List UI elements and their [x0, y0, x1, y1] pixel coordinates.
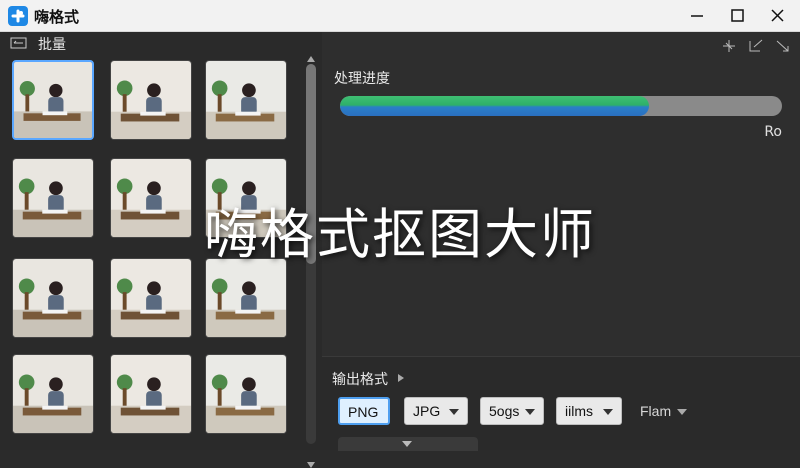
progress-label: 处理进度: [334, 71, 390, 87]
chevron-down-icon: [603, 409, 613, 415]
photo-image: [111, 355, 191, 433]
chevron-down-icon: [402, 441, 412, 447]
thumbnail-12[interactable]: [205, 354, 287, 434]
window-title: 嗨格式: [34, 8, 80, 26]
thumbnail-9[interactable]: [205, 258, 287, 338]
format-png-label: PNG: [348, 404, 379, 420]
close-icon: [771, 9, 784, 22]
title-bar: 嗨格式: [0, 0, 800, 32]
minimize-button[interactable]: [685, 6, 709, 26]
thumbnail-4[interactable]: [12, 158, 94, 238]
progress-value: Ro: [764, 124, 782, 140]
panel-toolbar: [716, 38, 792, 58]
photo-image: [111, 259, 191, 337]
thumbnail-7[interactable]: [12, 258, 94, 338]
crop-icon[interactable]: [720, 38, 738, 54]
photo-image: [111, 159, 191, 237]
photo-image: [13, 355, 93, 433]
minimize-icon: [691, 15, 703, 17]
batch-header: 批量: [0, 32, 322, 54]
format-jpg-label: JPG: [413, 403, 441, 419]
thumbnail-3[interactable]: [205, 60, 287, 140]
format-jpg-dropdown[interactable]: JPG: [404, 397, 468, 425]
collapse-icon[interactable]: [774, 38, 792, 54]
format-option-3-dropdown[interactable]: 5ogs: [480, 397, 544, 425]
photo-image: [206, 355, 286, 433]
thumbnail-5[interactable]: [110, 158, 192, 238]
output-format-label: 输出格式: [332, 372, 388, 388]
thumbnail-8[interactable]: [110, 258, 192, 338]
chevron-down-icon: [525, 409, 535, 415]
chevron-right-icon: [398, 374, 404, 382]
thumbnail-10[interactable]: [12, 354, 94, 434]
format-extra-label: Flam: [640, 403, 672, 419]
app-window: 嗨格式 批量 处理进度 Ro 输出格式 PNG JPG 5ogs iilms F…: [0, 0, 800, 468]
maximize-icon: [731, 9, 744, 22]
format-option-4-label: iilms: [565, 403, 593, 419]
photo-image: [206, 259, 286, 337]
progress-bar: [340, 96, 782, 116]
format-option-3-label: 5ogs: [489, 403, 520, 419]
photo-image: [13, 159, 93, 237]
output-format-section: 输出格式 PNG JPG 5ogs iilms Flam: [322, 356, 800, 451]
progress-fill: [340, 96, 649, 116]
format-option-4-dropdown[interactable]: iilms: [556, 397, 622, 425]
scroll-up-icon[interactable]: [307, 56, 315, 62]
app-logo-icon: [8, 6, 28, 26]
photo-image: [206, 61, 286, 139]
list-icon[interactable]: [10, 35, 28, 54]
format-png-button[interactable]: PNG: [338, 397, 390, 425]
maximize-button[interactable]: [725, 6, 749, 26]
thumbnail-2[interactable]: [110, 60, 192, 140]
photo-image: [14, 62, 92, 138]
thumbnail-11[interactable]: [110, 354, 192, 434]
photo-image: [111, 61, 191, 139]
chevron-down-icon: [449, 409, 459, 415]
chevron-down-icon: [677, 409, 688, 416]
batch-label: 批量: [38, 37, 66, 53]
expand-icon[interactable]: [747, 38, 765, 54]
photo-image: [13, 259, 93, 337]
thumbnail-1[interactable]: [12, 60, 94, 140]
close-button[interactable]: [766, 6, 790, 26]
bottom-tab-handle[interactable]: [338, 437, 478, 451]
format-extra-dropdown[interactable]: Flam: [640, 403, 688, 419]
overlay-title: 嗨格式抠图大师: [204, 203, 596, 266]
scroll-down-icon[interactable]: [307, 462, 315, 468]
